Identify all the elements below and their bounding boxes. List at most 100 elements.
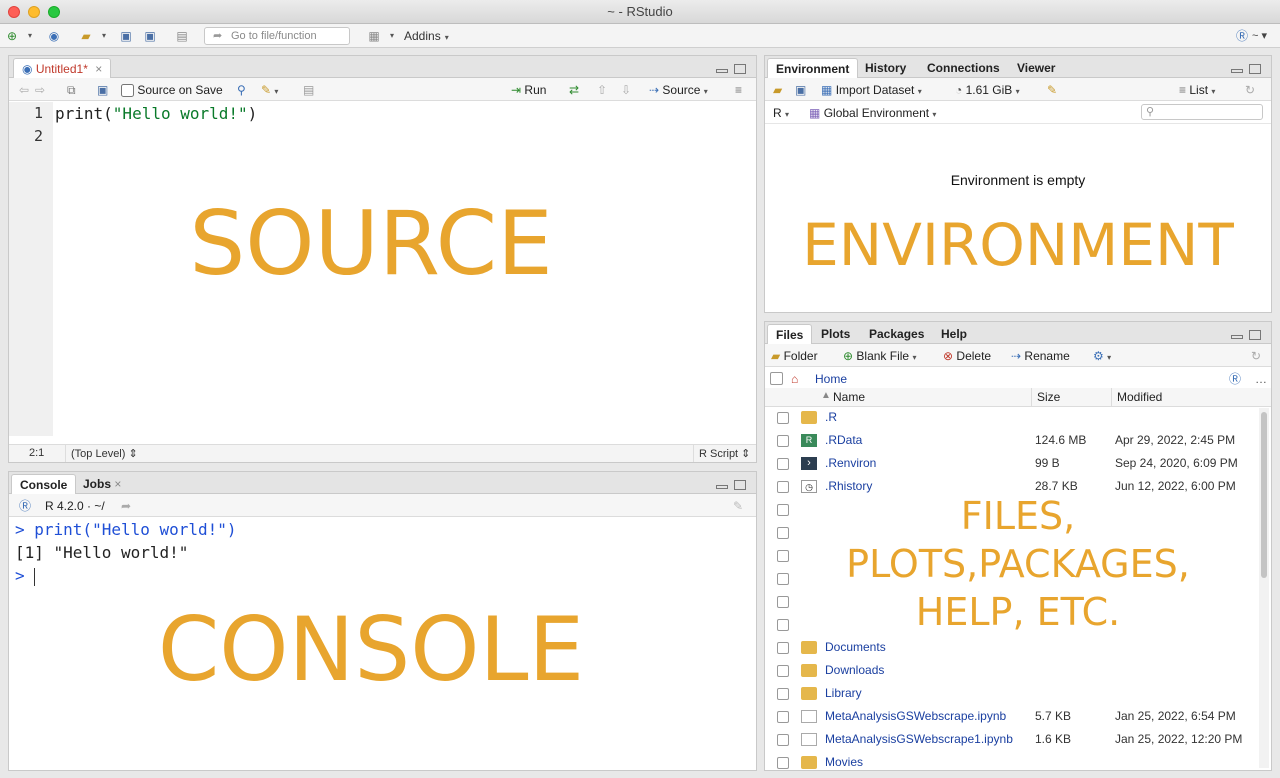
project-icon[interactable]: Ⓡ xyxy=(1234,28,1250,44)
file-name[interactable]: .R xyxy=(825,406,837,429)
home-icon[interactable]: ⌂ xyxy=(791,371,798,387)
rename-button[interactable]: ⇢ Rename xyxy=(1011,348,1070,364)
clear-console-icon[interactable]: ✎ xyxy=(733,498,743,514)
tab-jobs[interactable]: Jobs × xyxy=(75,474,129,494)
file-row[interactable]: Downloads xyxy=(765,659,1257,682)
maximize-pane-icon[interactable] xyxy=(1249,330,1261,340)
tab-console[interactable]: Console xyxy=(11,474,77,494)
forward-arrow-icon[interactable]: ⇨ xyxy=(35,82,45,98)
more-path-icon[interactable]: … xyxy=(1255,371,1267,387)
new-folder-button[interactable]: ▰ Folder xyxy=(771,348,818,364)
file-row-checkbox[interactable] xyxy=(777,435,789,447)
tab-plots[interactable]: Plots xyxy=(813,324,858,344)
file-name[interactable]: Downloads xyxy=(825,659,884,682)
file-row[interactable]: Library xyxy=(765,682,1257,705)
close-tab-icon[interactable]: × xyxy=(114,477,121,491)
close-tab-icon[interactable]: × xyxy=(95,62,102,76)
load-workspace-icon[interactable]: ▰ xyxy=(773,82,782,98)
new-file-icon[interactable]: ⊕ xyxy=(4,28,20,44)
print-icon[interactable]: ▤ xyxy=(174,28,190,44)
find-icon[interactable]: ⚲ xyxy=(237,82,246,98)
file-row[interactable]: .R xyxy=(765,406,1257,429)
view-mode-selector[interactable]: ≡ List ▾ xyxy=(1179,82,1215,100)
file-row[interactable]: MetaAnalysisGSWebscrape1.ipynb 1.6 KB Jan … xyxy=(765,728,1257,751)
maximize-pane-icon[interactable] xyxy=(734,480,746,490)
rerun-icon[interactable]: ⇄ xyxy=(569,82,579,98)
scope-selector[interactable]: (Top Level) ⇕ xyxy=(71,447,138,460)
file-row-checkbox[interactable] xyxy=(777,688,789,700)
tab-history[interactable]: History xyxy=(857,58,914,78)
compile-report-icon[interactable]: ▤ xyxy=(303,82,314,98)
select-all-checkbox[interactable] xyxy=(770,372,783,385)
file-row[interactable]: MetaAnalysisGSWebscrape.ipynb 5.7 KB Jan 2… xyxy=(765,705,1257,728)
code-tools-icon[interactable]: ✎ ▾ xyxy=(261,82,278,100)
document-outline-icon[interactable]: ≡ xyxy=(735,82,742,98)
file-row-checkbox[interactable] xyxy=(777,665,789,677)
file-name[interactable]: Movies xyxy=(825,751,863,770)
zoom-window-button[interactable] xyxy=(48,6,60,18)
save-all-icon[interactable]: ▣ xyxy=(142,28,158,44)
path-home-link[interactable]: Home xyxy=(815,371,847,387)
scope-selector[interactable]: ▦ Global Environment ▾ xyxy=(809,105,936,123)
tab-environment[interactable]: Environment xyxy=(767,58,859,78)
close-window-button[interactable] xyxy=(8,6,20,18)
refresh-icon[interactable]: ↻ xyxy=(1251,348,1261,364)
clear-workspace-icon[interactable]: ✎ xyxy=(1047,82,1057,98)
blank-file-button[interactable]: ⊕ Blank File ▾ xyxy=(843,348,916,366)
goto-dir-icon[interactable]: ➦ xyxy=(121,498,131,514)
file-row[interactable]: Movies xyxy=(765,751,1257,770)
column-name-header[interactable]: Name xyxy=(833,390,865,404)
file-row[interactable]: R .RData 124.6 MB Apr 29, 2022, 2:45 PM xyxy=(765,429,1257,452)
new-project-icon[interactable]: ◉ xyxy=(46,28,62,44)
memory-usage-button[interactable]: ◔ 1.61 GiB ▾ xyxy=(955,82,1020,100)
refresh-icon[interactable]: ↻ xyxy=(1245,82,1255,98)
new-file-dropdown-icon[interactable]: ▾ xyxy=(22,28,38,44)
column-size-header[interactable]: Size xyxy=(1037,390,1060,404)
go-next-section-icon[interactable]: ⇩ xyxy=(621,82,631,98)
file-row-checkbox[interactable] xyxy=(777,642,789,654)
file-name[interactable]: Library xyxy=(825,682,862,705)
more-gear-icon[interactable]: ⚙ ▾ xyxy=(1093,348,1111,366)
save-source-icon[interactable]: ▣ xyxy=(97,82,108,98)
file-name[interactable]: Documents xyxy=(825,636,886,659)
environment-search-input[interactable]: ⚲ xyxy=(1141,104,1263,120)
import-dataset-button[interactable]: ▦ Import Dataset ▾ xyxy=(821,82,922,100)
language-selector[interactable]: R ▾ xyxy=(773,105,789,123)
tab-help[interactable]: Help xyxy=(933,324,975,344)
minimize-pane-icon[interactable] xyxy=(1231,335,1243,339)
delete-button[interactable]: ⊗ Delete xyxy=(943,348,991,364)
file-row-checkbox[interactable] xyxy=(777,734,789,746)
addins-menu[interactable]: Addins ▾ xyxy=(404,29,449,43)
console-prompt[interactable]: > xyxy=(15,564,36,587)
maximize-pane-icon[interactable] xyxy=(734,64,746,74)
code-line[interactable]: print("Hello world!") xyxy=(55,102,257,125)
file-row-checkbox[interactable] xyxy=(777,458,789,470)
workspace-panes-icon[interactable]: ▦ xyxy=(366,28,382,44)
project-dir-icon[interactable]: Ⓡ xyxy=(1229,371,1241,387)
file-row-checkbox[interactable] xyxy=(777,757,789,769)
file-name[interactable]: MetaAnalysisGSWebscrape.ipynb xyxy=(825,705,1006,728)
source-on-save-checkbox[interactable] xyxy=(121,84,134,98)
save-workspace-icon[interactable]: ▣ xyxy=(795,82,806,98)
minimize-pane-icon[interactable] xyxy=(716,485,728,489)
go-prev-section-icon[interactable]: ⇧ xyxy=(597,82,607,98)
panes-dropdown-icon[interactable]: ▾ xyxy=(384,28,400,44)
run-button[interactable]: ⇥ Run xyxy=(511,82,546,98)
source-on-save-toggle[interactable]: Source on Save xyxy=(121,82,223,98)
column-modified-header[interactable]: Modified xyxy=(1117,390,1162,404)
back-arrow-icon[interactable]: ⇦ xyxy=(19,82,29,98)
goto-file-input[interactable]: ➦ Go to file/function xyxy=(204,27,350,45)
save-icon[interactable]: ▣ xyxy=(118,28,134,44)
open-file-icon[interactable]: ▰ xyxy=(78,28,94,44)
minimize-pane-icon[interactable] xyxy=(1231,69,1243,73)
tab-untitled1[interactable]: ◉ Untitled1* × xyxy=(13,58,112,78)
maximize-pane-icon[interactable] xyxy=(1249,64,1261,74)
file-name[interactable]: .Renviron xyxy=(825,452,876,475)
file-row[interactable]: › .Renviron 99 B Sep 24, 2020, 6:09 PM xyxy=(765,452,1257,475)
open-dropdown-icon[interactable]: ▾ xyxy=(96,28,112,44)
show-in-window-icon[interactable]: ⧉ xyxy=(67,82,76,98)
file-type-selector[interactable]: R Script ⇕ xyxy=(699,447,750,460)
source-button[interactable]: ⇢ Source ▾ xyxy=(649,82,708,100)
file-row-checkbox[interactable] xyxy=(777,412,789,424)
tab-viewer[interactable]: Viewer xyxy=(1009,58,1063,78)
